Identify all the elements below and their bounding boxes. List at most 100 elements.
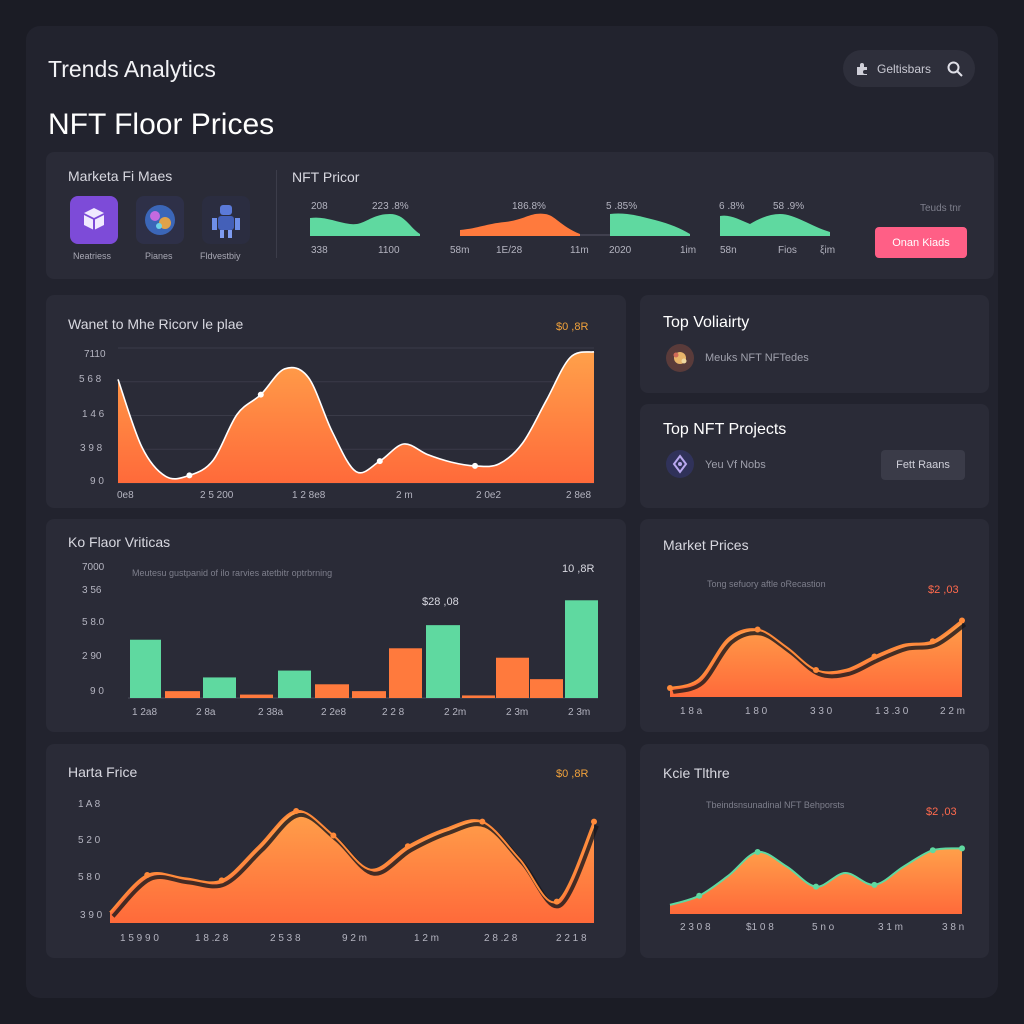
x-tick-label: 2 8 .2 8	[484, 933, 518, 944]
x-tick-label: 1 8 .2 8	[195, 933, 229, 944]
overview-divider	[276, 170, 277, 258]
y-tick-label: 9 0	[90, 476, 104, 487]
x-tick-label: 2 m	[396, 490, 413, 501]
y-tick-label: 1 4 6	[82, 409, 105, 420]
data-point	[293, 808, 300, 814]
y-tick-label: 3 56	[82, 585, 102, 596]
search-label: Geltisbars	[877, 61, 932, 76]
spark-tick: Fios	[778, 245, 797, 256]
chart-subtitle: Meutesu gustpanid of ilo rarvies atetbit…	[132, 568, 333, 578]
tile-label: Pianes	[145, 251, 173, 261]
robot-icon[interactable]	[202, 196, 250, 244]
overview-action-button[interactable]: Onan Kiads	[875, 227, 967, 258]
x-tick-label: 2 0e2	[476, 490, 502, 501]
bar	[130, 639, 161, 698]
x-tick-label: 1 8 0	[745, 706, 768, 717]
area-fill	[110, 810, 594, 923]
spark-orange-1	[460, 213, 580, 236]
spark-tick: 58m	[450, 245, 470, 256]
x-tick-label: 3 1 m	[878, 922, 904, 933]
x-tick-label: 1 2 8e8	[292, 490, 326, 501]
x-tick-label: 2 2m	[444, 707, 467, 718]
y-tick-label: 3 9 8	[80, 443, 103, 454]
x-tick-label: 1 3 .3 0	[875, 706, 909, 717]
data-point	[871, 653, 878, 660]
search-box[interactable]: Geltisbars	[843, 50, 975, 87]
data-point	[813, 883, 819, 890]
chart-title: Wanet to Mhe Ricorv le plae	[68, 316, 244, 332]
data-point	[553, 898, 560, 905]
x-tick-label: 1 2 m	[414, 933, 440, 944]
markets-title: Marketa Fi Maes	[68, 168, 173, 184]
chart-value-label: $0 ,8R	[556, 321, 589, 333]
nft-art-icon[interactable]	[136, 196, 184, 244]
data-point	[696, 892, 703, 899]
data-point	[871, 881, 878, 888]
data-point	[186, 472, 193, 479]
x-tick-label: 2 3 0 8	[680, 922, 711, 933]
page-title: NFT Floor Prices	[48, 108, 275, 141]
app-title: Trends Analytics	[48, 56, 216, 82]
bar	[240, 694, 273, 698]
chart-title: Market Prices	[663, 537, 749, 553]
data-point	[330, 832, 337, 839]
data-point	[929, 638, 936, 645]
x-tick-label: 2 38a	[258, 707, 284, 718]
x-tick-label: 2 2 1 8	[556, 933, 587, 944]
tile-label: Neatriess	[73, 251, 112, 261]
data-point	[754, 849, 761, 856]
chart-value-label: 10 ,8R	[562, 563, 595, 575]
x-tick-label: 2 5 200	[200, 490, 234, 501]
area-fill	[118, 351, 594, 483]
data-point	[754, 626, 761, 633]
data-point	[667, 685, 673, 691]
y-tick-label: 5 6 8	[79, 374, 102, 385]
x-tick-label: 2 3m	[506, 707, 529, 718]
spark-tick: 1E/28	[496, 245, 523, 256]
search-icon[interactable]	[947, 61, 963, 77]
chart-title: Ko Flaor Vriticas	[68, 534, 171, 550]
top-projects-title: Top NFT Projects	[663, 421, 787, 438]
chart-value-label: $2 ,03	[928, 584, 959, 596]
project-avatar	[666, 450, 694, 478]
y-tick-label: 1 A 8	[78, 799, 101, 810]
bar	[315, 684, 349, 698]
spark-value: 186.8%	[512, 201, 546, 212]
harta-price-chart	[109, 808, 599, 923]
data-point	[144, 872, 151, 878]
spark-value: 6 .8%	[719, 201, 745, 212]
cube-icon[interactable]	[70, 196, 118, 244]
x-tick-label: 1 8 a	[680, 706, 703, 717]
data-point	[813, 667, 819, 673]
x-tick-label: 9 2 m	[342, 933, 368, 944]
y-tick-label: 7000	[82, 562, 105, 573]
x-tick-label: 1 5 9 9 0	[120, 933, 159, 944]
spark-green-2	[610, 213, 690, 236]
bar	[426, 625, 460, 698]
spark-tick: 338	[311, 245, 328, 256]
chart-title: Harta Frice	[68, 764, 138, 780]
projects-action-button[interactable]: Fett Raans	[881, 450, 965, 480]
spark-green-3	[720, 214, 830, 236]
spark-tick: 1im	[680, 245, 697, 256]
price-title: NFT Pricor	[292, 169, 360, 185]
x-tick-label: 2 8a	[196, 707, 216, 718]
puzzle-icon	[857, 62, 867, 75]
spark-tick: 1100	[378, 245, 400, 256]
volatility-avatar	[666, 344, 694, 372]
market-prices-chart	[667, 617, 967, 697]
data-point	[959, 845, 965, 852]
bar	[565, 600, 598, 698]
y-tick-label: 5 8 0	[78, 872, 101, 883]
project-row-label[interactable]: Yeu Vf Nobs	[705, 459, 766, 471]
volatility-row-label[interactable]: Meuks NFT NFTedes	[705, 352, 809, 364]
data-point	[479, 818, 486, 825]
chart-subtitle: Tong sefuory aftle oRecastion	[707, 579, 826, 589]
x-tick-label: 0e8	[117, 490, 134, 501]
x-tick-label: 2 2 m	[940, 706, 966, 717]
x-tick-label: 3 3 0	[810, 706, 833, 717]
y-tick-label: 3 9 0	[80, 910, 103, 921]
bar	[530, 679, 563, 698]
data-point	[257, 391, 264, 398]
data-point	[929, 847, 936, 854]
